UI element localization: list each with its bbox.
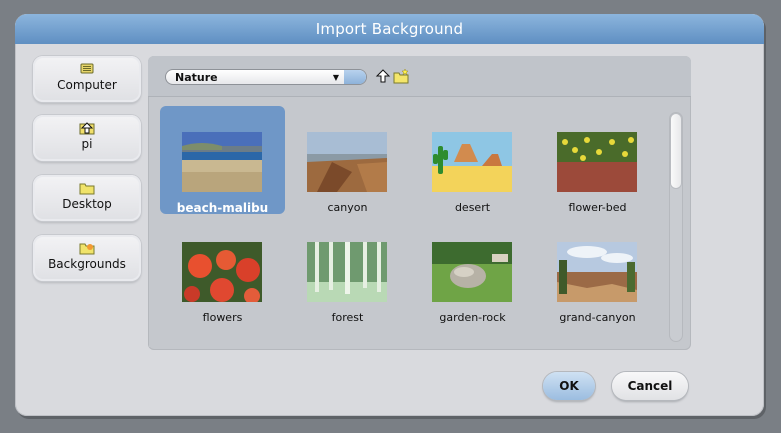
cancel-button[interactable]: Cancel [612, 372, 688, 400]
sidebar-item-pi[interactable]: pi [33, 115, 141, 161]
sidebar-item-backgrounds[interactable]: Backgrounds [33, 235, 141, 281]
file-item-label: garden-rock [439, 311, 506, 324]
file-item-canyon[interactable]: canyon [285, 106, 410, 214]
computer-icon [79, 62, 95, 76]
folder-icon [79, 181, 95, 195]
scrollbar-thumb[interactable] [671, 114, 681, 188]
file-grid: beach-malibu canyon desert flower-bed fl… [149, 100, 666, 347]
folder-select-value: Nature [175, 71, 218, 84]
new-folder-icon[interactable] [393, 68, 409, 84]
file-item-label: flowers [202, 311, 243, 324]
sidebar-item-computer[interactable]: Computer [33, 56, 141, 102]
flowers-thumbnail [182, 242, 262, 302]
home-icon [79, 121, 95, 135]
dropdown-cap [344, 70, 366, 84]
flower-bed-thumbnail [557, 132, 637, 192]
canyon-thumbnail [307, 132, 387, 192]
backgrounds-folder-icon [79, 241, 95, 255]
file-item-forest[interactable]: forest [285, 216, 410, 324]
sidebar-item-label: Desktop [62, 197, 112, 211]
sidebar-item-label: Computer [57, 78, 117, 92]
file-browser-panel: Nature ▼ beach-malibu canyon desert flow… [148, 56, 691, 350]
file-item-flowers[interactable]: flowers [160, 216, 285, 324]
forest-thumbnail [307, 242, 387, 302]
file-item-label: flower-bed [568, 201, 627, 214]
garden-rock-thumbnail [432, 242, 512, 302]
chevron-down-icon: ▼ [332, 73, 339, 82]
file-item-label: grand-canyon [559, 311, 636, 324]
ok-button[interactable]: OK [543, 372, 595, 400]
file-item-label: desert [454, 201, 491, 214]
desert-thumbnail [432, 132, 512, 192]
up-arrow-icon[interactable] [375, 68, 391, 84]
file-item-desert[interactable]: desert [410, 106, 535, 214]
file-item-label: forest [331, 311, 364, 324]
file-item-flower-bed[interactable]: flower-bed [535, 106, 660, 214]
beach-malibu-thumbnail [182, 132, 262, 192]
sidebar-item-label: pi [81, 137, 93, 151]
sidebar-item-desktop[interactable]: Desktop [33, 175, 141, 221]
file-item-beach-malibu[interactable]: beach-malibu [160, 106, 285, 215]
file-item-label: canyon [327, 201, 368, 214]
folder-select[interactable]: Nature ▼ [165, 69, 367, 85]
import-background-dialog: Import Background Computer pi Desktop Ba… [15, 14, 764, 416]
grand-canyon-thumbnail [557, 242, 637, 302]
file-grid-scrollbar[interactable] [669, 112, 683, 342]
dialog-title: Import Background [15, 14, 764, 44]
file-item-label: beach-malibu [176, 201, 269, 215]
toolbar: Nature ▼ [148, 56, 691, 97]
file-item-grand-canyon[interactable]: grand-canyon [535, 216, 660, 324]
file-item-garden-rock[interactable]: garden-rock [410, 216, 535, 324]
sidebar-item-label: Backgrounds [48, 257, 126, 271]
